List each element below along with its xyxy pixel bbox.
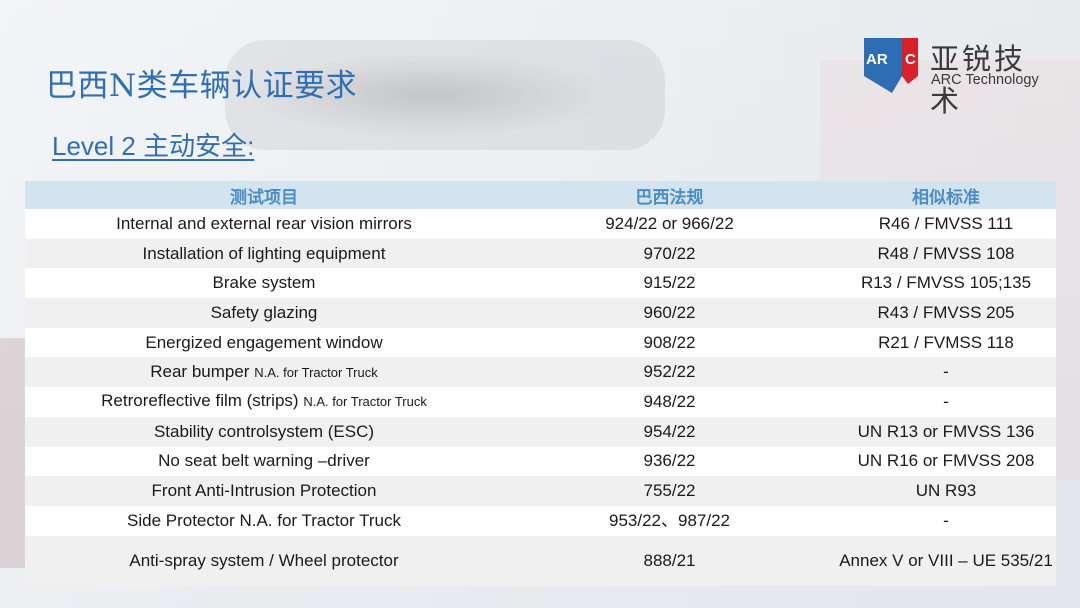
- test-item-cell: Stability controlsystem (ESC): [25, 416, 503, 447]
- test-item-note: N.A. for Tractor Truck: [254, 364, 378, 380]
- standard-cell: UN R16 or FMVSS 208: [836, 446, 1056, 477]
- regulation-cell: 936/22: [503, 446, 836, 477]
- test-item-cell: Brake system: [25, 268, 503, 299]
- test-item-text: Front Anti-Intrusion Protection: [151, 481, 377, 501]
- svg-text:AR: AR: [866, 51, 888, 68]
- test-item-text: Energized engagement window: [145, 332, 383, 352]
- regulation-cell: 888/21: [503, 535, 836, 586]
- regulation-cell: 755/22: [503, 476, 836, 506]
- test-item-cell: Safety glazing: [25, 298, 503, 328]
- test-item-note: N.A. for Tractor Truck: [303, 394, 427, 410]
- test-item-cell: Side Protector N.A. for Tractor Truck: [25, 505, 503, 536]
- svg-text:C: C: [905, 51, 916, 68]
- table-row: Anti-spray system / Wheel protector 888/…: [25, 535, 1056, 586]
- table-row: Front Anti-Intrusion Protection 755/22 U…: [25, 476, 1056, 506]
- test-item-text: Rear bumper: [150, 361, 250, 381]
- table-row: Rear bumper N.A. for Tractor Truck 952/2…: [25, 357, 1056, 388]
- regulation-cell: 908/22: [503, 327, 836, 358]
- table-header-row: 测试项目 巴西法规 相似标准: [25, 181, 1056, 209]
- standard-cell: UN R93: [836, 476, 1056, 506]
- test-item-text: Retroreflective film (strips): [101, 391, 299, 411]
- logo-name-english: ARC Technology: [931, 72, 1039, 88]
- slide-subtitle: Level 2 主动安全:: [52, 131, 255, 161]
- standard-cell: -: [836, 387, 1056, 417]
- requirements-table: 测试项目 巴西法规 相似标准 Internal and external rea…: [25, 181, 1056, 586]
- standard-cell: R48 / FMVSS 108: [836, 238, 1056, 269]
- header-test-item: 测试项目: [25, 181, 503, 209]
- table-row: No seat belt warning –driver 936/22 UN R…: [25, 446, 1056, 477]
- slide-title: 巴西N类车辆认证要求: [46, 68, 358, 104]
- standard-cell: -: [836, 505, 1056, 536]
- standard-cell: Annex V or VIII – UE 535/21: [836, 535, 1056, 586]
- standard-cell: R46 / FMVSS 111: [836, 209, 1056, 239]
- test-item-text: Internal and external rear vision mirror…: [116, 213, 412, 233]
- standard-cell: R13 / FMVSS 105;135: [836, 268, 1056, 299]
- test-item-text: Brake system: [212, 273, 316, 293]
- standard-cell: R43 / FMVSS 205: [836, 298, 1056, 328]
- regulation-cell: 970/22: [503, 238, 836, 269]
- standard-cell: UN R13 or FMVSS 136: [836, 416, 1056, 447]
- test-item-text: Safety glazing: [210, 302, 318, 322]
- test-item-text: Side Protector N.A. for Tractor Truck: [127, 510, 401, 530]
- table-row: Installation of lighting equipment 970/2…: [25, 238, 1056, 269]
- table-row: Internal and external rear vision mirror…: [25, 209, 1056, 239]
- company-logo: AR C 亚锐技术 ARC Technology: [862, 36, 1052, 118]
- table-row: Safety glazing 960/22 R43 / FMVSS 205: [25, 298, 1056, 328]
- regulation-cell: 953/22、987/22: [503, 505, 836, 536]
- test-item-text: Stability controlsystem (ESC): [153, 421, 375, 441]
- test-item-cell: Retroreflective film (strips) N.A. for T…: [25, 387, 503, 417]
- test-item-cell: Internal and external rear vision mirror…: [25, 209, 503, 239]
- arc-logo-icon: AR C: [864, 38, 918, 93]
- test-item-cell: No seat belt warning –driver: [25, 446, 503, 477]
- regulation-cell: 948/22: [503, 387, 836, 417]
- table-row: Energized engagement window 908/22 R21 /…: [25, 327, 1056, 358]
- test-item-cell: Installation of lighting equipment: [25, 238, 503, 269]
- regulation-cell: 954/22: [503, 416, 836, 447]
- table-row: Stability controlsystem (ESC) 954/22 UN …: [25, 416, 1056, 447]
- header-similar-standard: 相似标准: [836, 181, 1056, 209]
- regulation-cell: 924/22 or 966/22: [503, 209, 836, 239]
- standard-cell: R21 / FVMSS 118: [836, 327, 1056, 358]
- test-item-cell: Anti-spray system / Wheel protector: [25, 535, 503, 586]
- regulation-cell: 960/22: [503, 298, 836, 328]
- test-item-cell: Rear bumper N.A. for Tractor Truck: [25, 357, 503, 388]
- header-brazil-regulation: 巴西法规: [503, 181, 836, 209]
- test-item-text: No seat belt warning –driver: [158, 451, 370, 471]
- standard-cell: -: [836, 357, 1056, 388]
- table-row: Side Protector N.A. for Tractor Truck 95…: [25, 505, 1056, 536]
- test-item-cell: Energized engagement window: [25, 327, 503, 358]
- test-item-text: Installation of lighting equipment: [142, 243, 386, 263]
- table-row: Brake system 915/22 R13 / FMVSS 105;135: [25, 268, 1056, 299]
- test-item-text: Anti-spray system / Wheel protector: [129, 550, 399, 570]
- regulation-cell: 952/22: [503, 357, 836, 388]
- test-item-cell: Front Anti-Intrusion Protection: [25, 476, 503, 506]
- regulation-cell: 915/22: [503, 268, 836, 299]
- table-row: Retroreflective film (strips) N.A. for T…: [25, 387, 1056, 417]
